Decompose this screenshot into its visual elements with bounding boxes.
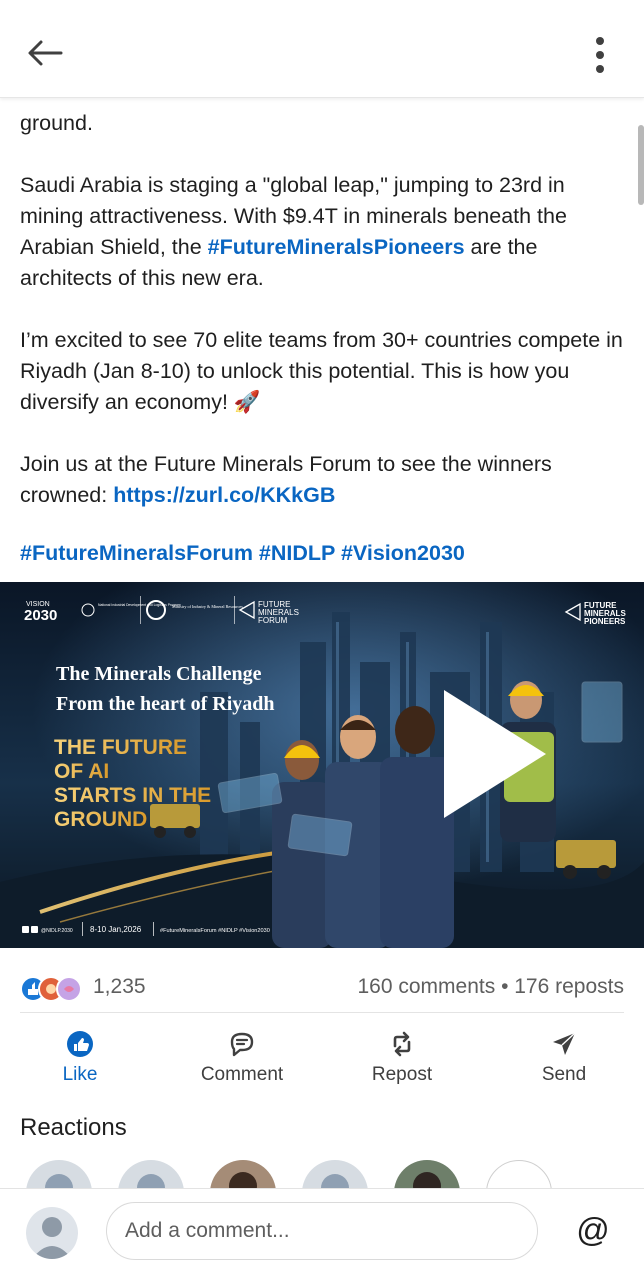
- reactor-avatars: [0, 1160, 644, 1190]
- post-cutoff-line: [20, 98, 626, 108]
- footer-handle: @NIDLP.2030: [41, 928, 73, 934]
- comment-label: Comment: [200, 1064, 284, 1085]
- repost-arrows-icon: [393, 1031, 411, 1057]
- divider: [20, 1012, 624, 1013]
- program-name: National Industrial Development and Logi…: [98, 603, 181, 607]
- action-bar: Like Comment Repost Send: [0, 1030, 644, 1090]
- send-label: Send: [541, 1064, 587, 1085]
- post-body: ground. Saudi Arabia is staging a "globa…: [20, 98, 626, 511]
- repost-label: Repost: [371, 1064, 433, 1085]
- reactor-avatar[interactable]: [210, 1160, 276, 1190]
- like-label: Like: [62, 1064, 98, 1085]
- image-headline-2: From the heart of Riyadh: [56, 693, 275, 715]
- arrow-left-icon: [28, 40, 63, 66]
- comment-composer: @: [0, 1188, 644, 1280]
- comments-reposts-count[interactable]: 160 comments • 176 reposts: [358, 975, 625, 999]
- footer-dates: 8-10 Jan,2026: [90, 925, 142, 934]
- vertical-dots-icon: [596, 37, 604, 73]
- send-button[interactable]: Send: [504, 1030, 624, 1090]
- reactions-count[interactable]: 1,235: [93, 975, 146, 999]
- pioneers-logo-3: PIONEERS: [584, 617, 626, 626]
- mention-button[interactable]: @: [572, 1209, 614, 1251]
- reaction-icons[interactable]: [20, 976, 86, 1002]
- footer-tags: #FutureMineralsForum #NIDLP #Vision2030: [160, 928, 270, 934]
- reactions-heading: Reactions: [20, 1114, 127, 1141]
- reactor-avatar[interactable]: [486, 1160, 552, 1190]
- tagline-line-2: OF AI: [54, 760, 109, 783]
- hashtag-future-minerals-pioneers[interactable]: #FutureMineralsPioneers: [208, 235, 465, 259]
- post-link[interactable]: https://zurl.co/KKkGB: [113, 483, 335, 507]
- post-paragraph-1: Saudi Arabia is staging a "global leap,"…: [20, 170, 626, 294]
- post-line-ground: ground.: [20, 111, 93, 135]
- social-counts: 1,235 160 comments • 176 reposts: [0, 970, 644, 1006]
- paper-plane-icon: [553, 1032, 576, 1055]
- tagline-line-3: STARTS IN THE: [54, 784, 211, 807]
- speech-bubble-icon: [230, 1032, 254, 1057]
- ministry-name: Ministry of Industry & Mineral Resources: [172, 604, 243, 609]
- repost-button[interactable]: Repost: [342, 1030, 462, 1090]
- avatar: [26, 1207, 78, 1259]
- comment-input[interactable]: [106, 1202, 538, 1260]
- reactor-avatar[interactable]: [118, 1160, 184, 1190]
- thumbs-up-icon: [67, 1031, 93, 1057]
- post-hashtags[interactable]: #FutureMineralsForum #NIDLP #Vision2030: [20, 538, 465, 569]
- like-button[interactable]: Like: [20, 1030, 140, 1090]
- post-paragraph-3: Join us at the Future Minerals Forum to …: [20, 449, 626, 511]
- back-button[interactable]: [20, 28, 70, 78]
- comment-button[interactable]: Comment: [182, 1030, 302, 1090]
- tagline-line-4: GROUND: [54, 808, 147, 831]
- forum-logo-3: FORUM: [258, 616, 288, 625]
- post-image-artwork: VISION 2030 National Industrial Developm…: [0, 582, 644, 948]
- image-headline-1: The Minerals Challenge: [56, 663, 262, 685]
- more-options-button[interactable]: [580, 30, 620, 80]
- vision-year: 2030: [24, 607, 57, 624]
- reactor-avatar[interactable]: [302, 1160, 368, 1190]
- post-paragraph-2: I’m excited to see 70 elite teams from 3…: [20, 328, 623, 414]
- top-bar: [0, 0, 644, 98]
- scrollbar[interactable]: [638, 125, 644, 205]
- tagline-line-1: THE FUTURE: [54, 736, 187, 759]
- post-image[interactable]: VISION 2030 National Industrial Developm…: [0, 582, 644, 948]
- reactor-avatar[interactable]: [394, 1160, 460, 1190]
- reactor-avatar[interactable]: [26, 1160, 92, 1190]
